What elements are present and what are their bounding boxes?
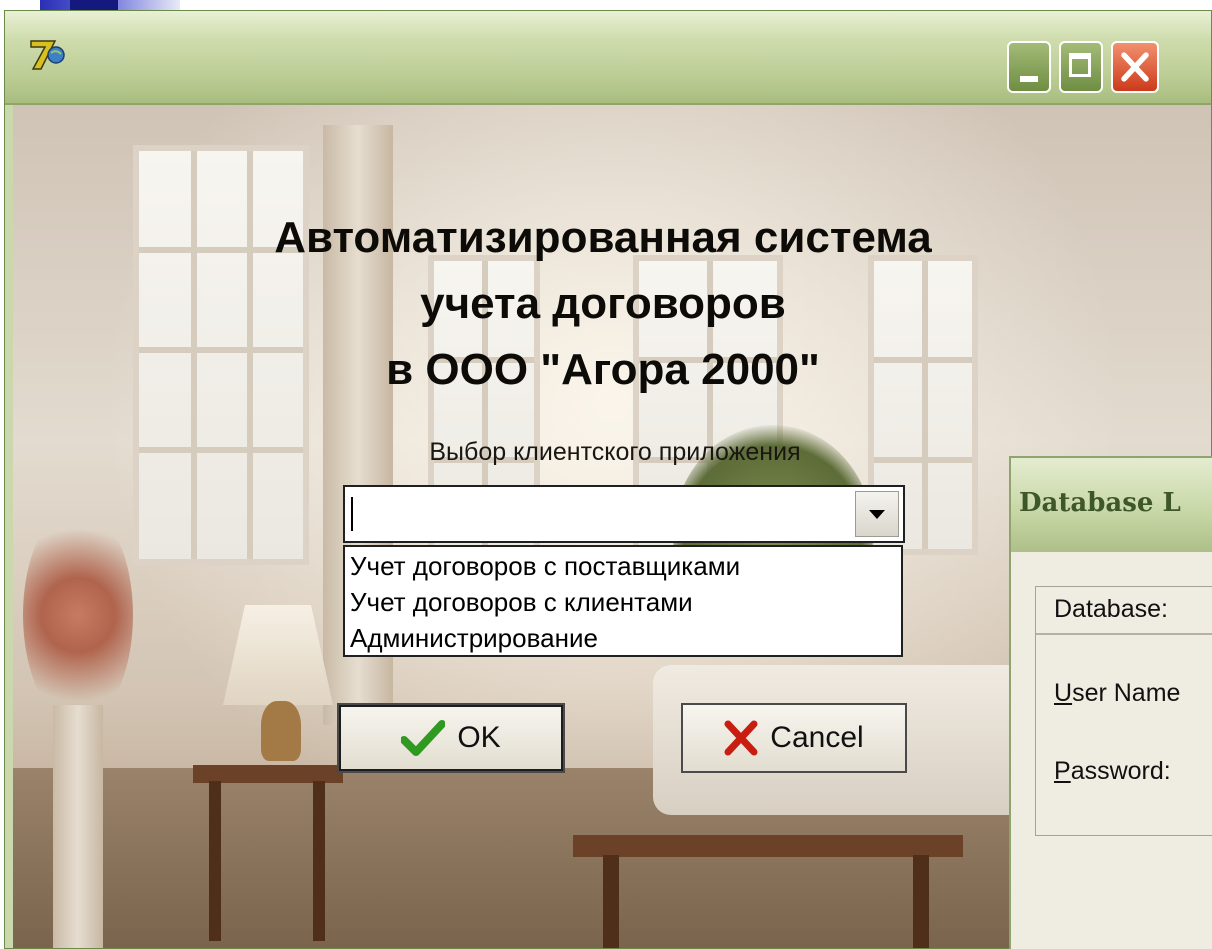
title-bar[interactable] [5, 11, 1211, 105]
dropdown-option-suppliers[interactable]: Учет договоров с поставщиками [345, 548, 901, 584]
minimize-icon [1020, 76, 1038, 82]
app-select-combobox[interactable] [343, 485, 905, 543]
close-icon [1121, 52, 1149, 82]
dialog-title: Database L [1019, 488, 1181, 518]
red-x-icon [724, 720, 758, 756]
background-lamp-shade [223, 605, 333, 705]
username-label: User Name [1054, 679, 1181, 707]
dialog-separator [1036, 633, 1212, 635]
app-select-dropdown: Учет договоров с поставщиками Учет догов… [343, 545, 903, 657]
dropdown-option-admin[interactable]: Администрирование [345, 620, 901, 656]
chevron-down-icon[interactable] [855, 491, 899, 537]
background-pedestal [53, 705, 103, 948]
ok-button-label: OK [457, 721, 501, 754]
ok-button[interactable]: OK [337, 703, 565, 773]
background-coffee-table [573, 835, 963, 857]
cancel-button[interactable]: Cancel [681, 703, 907, 773]
heading-line-3: в ООО "Агора 2000" [386, 345, 820, 394]
maximize-button[interactable] [1059, 41, 1103, 93]
app-heading: Автоматизированная система учета договор… [133, 205, 1073, 403]
close-button[interactable] [1111, 41, 1159, 93]
minimize-button[interactable] [1007, 41, 1051, 93]
dropdown-option-clients[interactable]: Учет договоров с клиентами [345, 584, 901, 620]
background-flowers [23, 505, 133, 725]
cancel-button-label: Cancel [770, 721, 864, 754]
dialog-fields-panel: Database: User Name Password: [1035, 586, 1212, 836]
app-select-label: Выбор клиентского приложения [429, 438, 801, 466]
background-lamp-base [261, 701, 301, 761]
password-label: Password: [1054, 757, 1171, 785]
maximize-icon [1069, 53, 1091, 77]
heading-line-2: учета договоров [420, 279, 786, 328]
checkmark-icon [401, 720, 446, 756]
heading-line-1: Автоматизированная система [274, 213, 932, 262]
dialog-title-bar[interactable]: Database L [1011, 458, 1212, 552]
app-logo-icon [30, 40, 65, 70]
text-caret [351, 497, 353, 531]
database-login-dialog: Database L Database: User Name Password: [1009, 456, 1212, 949]
database-label: Database: [1054, 595, 1168, 623]
